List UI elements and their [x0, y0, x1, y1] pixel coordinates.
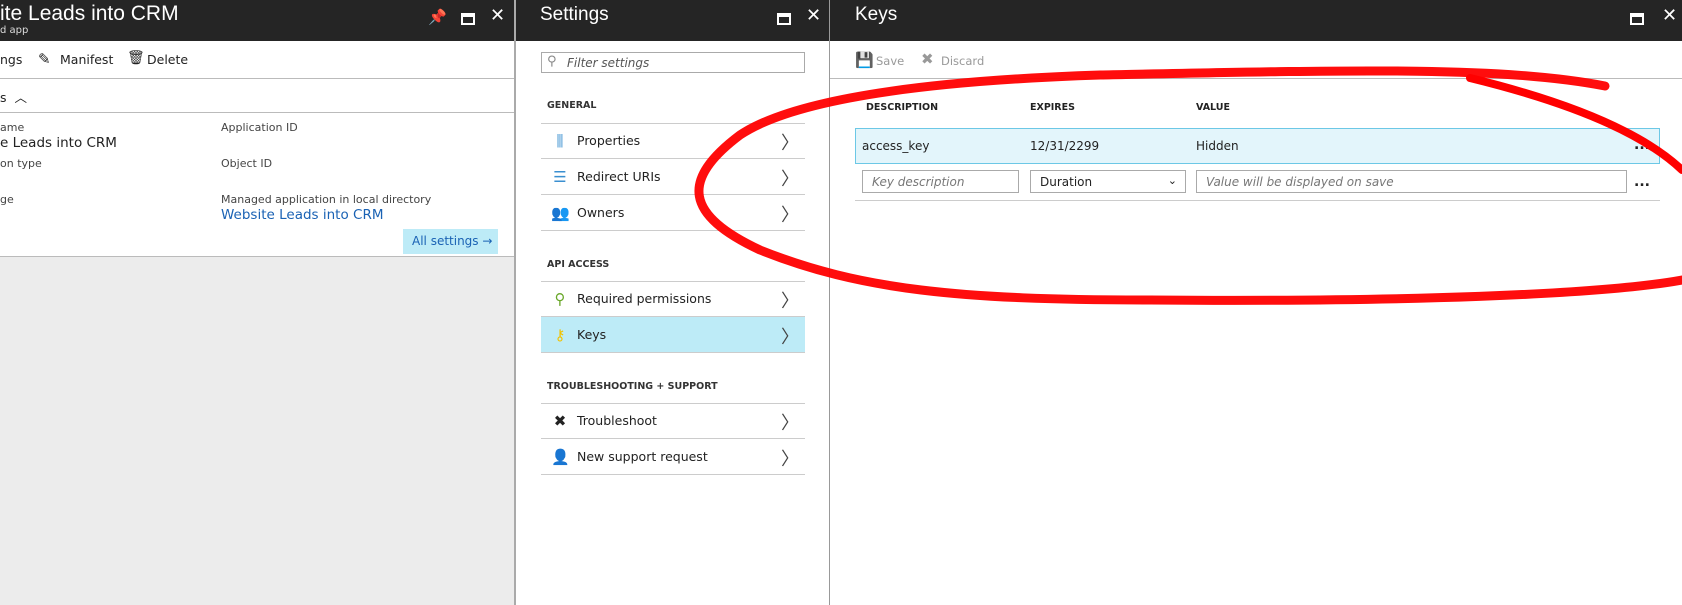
- app-panel-header: ite Leads into CRM d app 📌 ✕: [0, 0, 514, 41]
- close-icon[interactable]: ✕: [806, 5, 821, 26]
- all-settings-button[interactable]: All settings →: [403, 229, 498, 254]
- more-options-icon[interactable]: ...: [1634, 137, 1650, 153]
- key-description-input[interactable]: Key description: [862, 170, 1019, 193]
- maximize-icon[interactable]: [461, 13, 475, 25]
- section-troubleshooting: TROUBLESHOOTING + SUPPORT: [547, 381, 718, 392]
- pin-icon[interactable]: 📌: [428, 8, 447, 26]
- item-label: Redirect URIs: [577, 169, 661, 184]
- owners-icon: 👥: [551, 204, 570, 222]
- chevron-right-icon: 〉: [781, 449, 799, 470]
- app-panel-empty-area: [0, 257, 514, 605]
- support-person-icon: 👤: [551, 448, 570, 466]
- chevron-up-icon: ︿: [14, 90, 28, 105]
- essentials-toggle[interactable]: s ︿: [0, 87, 27, 106]
- permissions-tree-icon: ⚲: [554, 290, 566, 308]
- managed-app-link[interactable]: Website Leads into CRM: [221, 207, 383, 223]
- settings-item-properties[interactable]: ⫼ Properties 〉: [541, 123, 805, 159]
- duration-value: Duration: [1040, 175, 1093, 189]
- save-icon: 💾: [855, 51, 874, 69]
- column-value: VALUE: [1196, 102, 1230, 113]
- settings-item-owners[interactable]: 👥 Owners 〉: [541, 195, 805, 231]
- chevron-right-icon: 〉: [781, 205, 799, 226]
- chevron-right-icon: 〉: [781, 291, 799, 312]
- app-title: ite Leads into CRM: [0, 2, 179, 25]
- search-icon: ⚲: [547, 54, 557, 69]
- app-id-label: Application ID: [221, 121, 298, 134]
- column-expires: EXPIRES: [1030, 102, 1075, 113]
- chevron-down-icon: ⌄: [1167, 174, 1177, 187]
- key-icon: ⚷: [554, 326, 566, 344]
- section-general: GENERAL: [547, 100, 597, 111]
- key-value: Hidden: [1196, 139, 1239, 153]
- app-type-label: on type: [0, 157, 42, 170]
- chevron-right-icon: 〉: [781, 327, 799, 348]
- close-icon[interactable]: ✕: [1662, 5, 1677, 26]
- close-icon[interactable]: ✕: [490, 5, 505, 26]
- item-label: New support request: [577, 449, 708, 464]
- name-label: ame: [0, 121, 25, 134]
- settings-item-new-support-request[interactable]: 👤 New support request 〉: [541, 439, 805, 475]
- essentials-label: s: [0, 90, 7, 105]
- pencil-icon: ✎: [38, 50, 51, 68]
- settings-item-redirect-uris[interactable]: ☰ Redirect URIs 〉: [541, 159, 805, 195]
- chevron-right-icon: 〉: [781, 169, 799, 190]
- homepage-label: ge: [0, 193, 14, 206]
- table-row[interactable]: access_key 12/31/2299 Hidden ...: [855, 128, 1660, 164]
- panel-divider: [514, 0, 516, 605]
- filter-placeholder: Filter settings: [567, 56, 650, 70]
- save-button[interactable]: Save: [876, 54, 904, 68]
- key-expires: 12/31/2299: [1030, 139, 1100, 153]
- name-value: e Leads into CRM: [0, 135, 117, 151]
- tools-icon: ✖: [553, 412, 567, 430]
- chevron-right-icon: 〉: [781, 133, 799, 154]
- settings-item-required-permissions[interactable]: ⚲ Required permissions 〉: [541, 281, 805, 317]
- settings-item-keys[interactable]: ⚷ Keys 〉: [541, 317, 805, 353]
- properties-icon: ⫼: [556, 132, 564, 150]
- maximize-icon[interactable]: [777, 13, 791, 25]
- keys-header: Keys ✕: [830, 0, 1682, 41]
- item-label: Required permissions: [577, 291, 712, 306]
- column-description: DESCRIPTION: [866, 102, 939, 113]
- duration-select[interactable]: Duration ⌄: [1030, 170, 1186, 193]
- value-input[interactable]: Value will be displayed on save: [1196, 170, 1627, 193]
- section-api-access: API ACCESS: [547, 259, 610, 270]
- trash-icon: 🗑: [127, 50, 145, 66]
- more-options-icon[interactable]: ...: [1634, 174, 1650, 190]
- delete-button[interactable]: Delete: [147, 52, 188, 67]
- list-check-icon: ☰: [553, 168, 567, 186]
- app-subtitle: d app: [0, 25, 29, 36]
- item-label: Owners: [577, 205, 625, 220]
- maximize-icon[interactable]: [1630, 13, 1644, 25]
- item-label: Keys: [577, 327, 607, 342]
- discard-button[interactable]: Discard: [941, 54, 984, 68]
- discard-icon: ✖: [921, 50, 934, 68]
- manifest-button[interactable]: Manifest: [60, 52, 113, 67]
- settings-title: Settings: [540, 4, 609, 25]
- filter-settings-input[interactable]: ⚲ Filter settings: [541, 52, 805, 73]
- chevron-right-icon: 〉: [781, 413, 799, 434]
- item-label: Properties: [577, 133, 641, 148]
- key-description: access_key: [862, 139, 930, 153]
- object-id-label: Object ID: [221, 157, 273, 170]
- settings-header: Settings ✕: [516, 0, 829, 41]
- keys-title: Keys: [855, 4, 898, 25]
- settings-button[interactable]: ngs: [0, 52, 22, 67]
- item-label: Troubleshoot: [577, 413, 657, 428]
- settings-item-troubleshoot[interactable]: ✖ Troubleshoot 〉: [541, 403, 805, 439]
- managed-app-label: Managed application in local directory: [221, 193, 432, 206]
- panel-divider: [829, 0, 830, 605]
